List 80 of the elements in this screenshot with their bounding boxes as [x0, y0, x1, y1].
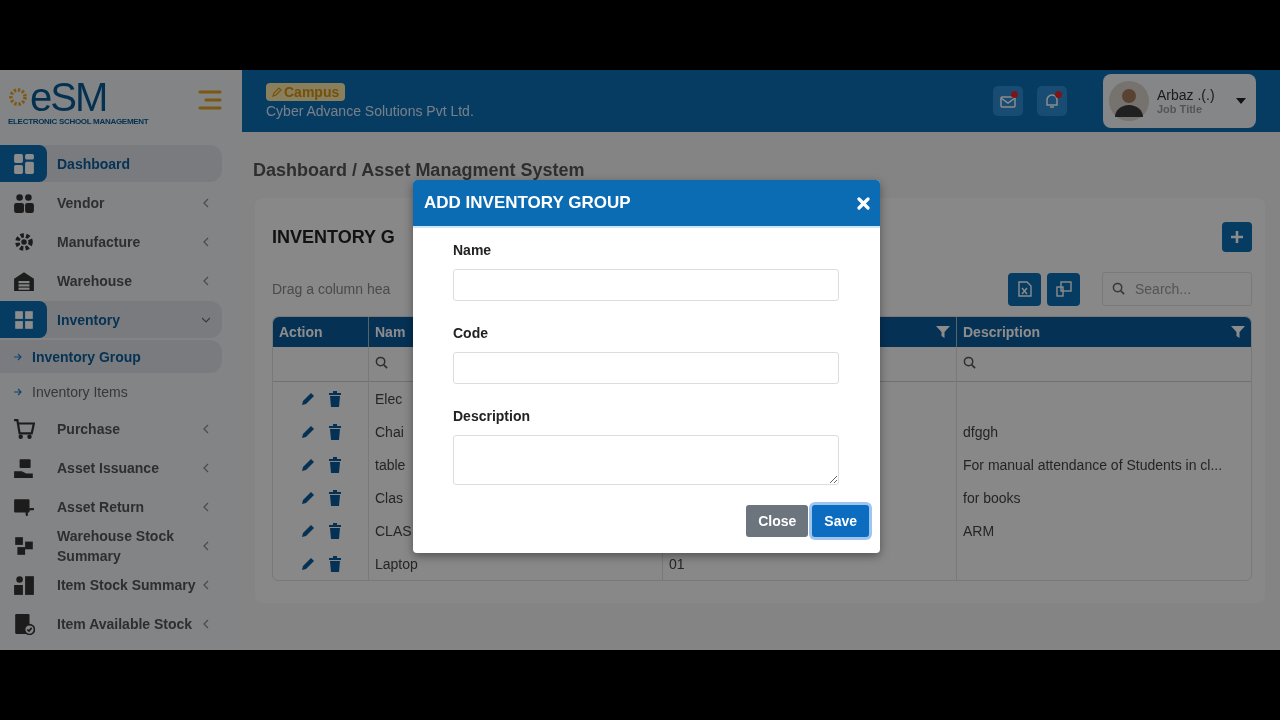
- dialog-button[interactable]: Save: [812, 505, 869, 537]
- table-cell: CLAS: [375, 522, 412, 539]
- table-cell: For manual attendance of Students in cl...: [963, 456, 1223, 473]
- columns-icon: [1055, 281, 1072, 297]
- mail-button[interactable]: [993, 86, 1023, 116]
- table-cell: 01: [669, 555, 685, 572]
- gear-icon: [8, 86, 28, 107]
- sidebar-item[interactable]: Warehouse Stock Summary: [0, 527, 222, 564]
- filter-cell[interactable]: [956, 347, 1251, 382]
- edit-button[interactable]: [299, 489, 316, 506]
- arrow-icon: [14, 352, 22, 361]
- breadcrumb: Dashboard / Asset Managment System: [253, 160, 585, 180]
- sidebar-item[interactable]: Item Available Stock: [0, 605, 222, 642]
- grid-icon: [12, 152, 35, 175]
- people-icon: [12, 191, 35, 214]
- dialog-title: ADD INVENTORY GROUP: [424, 193, 631, 213]
- close-icon[interactable]: [857, 196, 870, 210]
- sidebar-subitem[interactable]: Inventory Group: [0, 340, 222, 373]
- gear-icon: [12, 230, 35, 253]
- bell-icon: [1044, 93, 1060, 109]
- column-chooser-button[interactable]: [1047, 272, 1080, 306]
- avatar-icon: [1109, 81, 1149, 121]
- search-icon: [375, 356, 388, 369]
- table-cell: Laptop: [375, 555, 418, 572]
- mail-icon: [1000, 94, 1016, 108]
- search-icon: [963, 356, 976, 369]
- logo-tagline: ELECTRONIC SCHOOL MANAGEMENT: [8, 116, 149, 126]
- table-cell: table: [375, 456, 406, 473]
- field-label: Name: [453, 242, 493, 258]
- sidebar-item[interactable]: Purchase: [0, 410, 222, 447]
- table-cell: Chai: [375, 423, 404, 440]
- delete-button[interactable]: [327, 522, 342, 539]
- delete-button[interactable]: [327, 456, 342, 473]
- search-icon: [1112, 282, 1125, 295]
- filter-icon[interactable]: [1231, 325, 1245, 339]
- field-label: Description: [453, 408, 531, 424]
- plus-icon: [1230, 230, 1244, 244]
- card-title: INVENTORY G: [272, 226, 395, 248]
- grouping-hint: Drag a column hea: [272, 281, 392, 297]
- add-button[interactable]: [1222, 222, 1252, 252]
- sidebar-item[interactable]: Asset Return: [0, 488, 222, 525]
- table-cell: Clas: [375, 489, 403, 506]
- organization-name: Cyber Advance Solutions Pvt Ltd.: [266, 103, 474, 119]
- cart-icon: [12, 417, 35, 440]
- arrow-icon: [14, 387, 22, 396]
- delete-button[interactable]: [327, 390, 342, 407]
- table-cell: ARM: [963, 522, 995, 539]
- delete-button[interactable]: [327, 555, 342, 572]
- filter-icon[interactable]: [936, 325, 950, 339]
- delete-button[interactable]: [327, 489, 342, 506]
- column-header[interactable]: Action: [273, 317, 368, 347]
- dialog-button[interactable]: Close: [746, 505, 809, 537]
- edit-button[interactable]: [299, 456, 316, 473]
- caret-icon: [1236, 98, 1246, 104]
- sidebar-item[interactable]: Item Stock Summary: [0, 566, 222, 603]
- input-field[interactable]: [453, 352, 839, 384]
- sidebar-item[interactable]: Dashboard: [0, 145, 222, 182]
- clipboard-icon: [12, 612, 35, 635]
- notification-button[interactable]: [1037, 86, 1067, 116]
- column-header[interactable]: Description: [956, 317, 1251, 347]
- campus-badge: Campus: [266, 83, 346, 101]
- sidebar-item[interactable]: Asset Issuance: [0, 449, 222, 486]
- table-cell: Elec: [375, 390, 403, 407]
- export-excel-button[interactable]: [1008, 272, 1041, 306]
- sidebar-item[interactable]: Inventory: [0, 301, 222, 338]
- table-cell: for books: [963, 489, 1021, 506]
- edit-button[interactable]: [299, 522, 316, 539]
- sidebar-subitem[interactable]: Inventory Items: [0, 375, 222, 408]
- table-cell: dfggh: [963, 423, 999, 440]
- delete-button[interactable]: [327, 423, 342, 440]
- edit-button[interactable]: [299, 555, 316, 572]
- edit-button[interactable]: [299, 390, 316, 407]
- logo-text: eSM: [30, 76, 107, 117]
- file-icon: [1017, 281, 1032, 297]
- input-field[interactable]: [453, 269, 839, 301]
- sidebar-item[interactable]: Manufacture: [0, 223, 222, 260]
- edit-button[interactable]: [299, 423, 316, 440]
- field-label: Code: [453, 325, 489, 341]
- sidebar-item[interactable]: Vendor: [0, 184, 222, 221]
- sidebar-item[interactable]: Warehouse: [0, 262, 222, 299]
